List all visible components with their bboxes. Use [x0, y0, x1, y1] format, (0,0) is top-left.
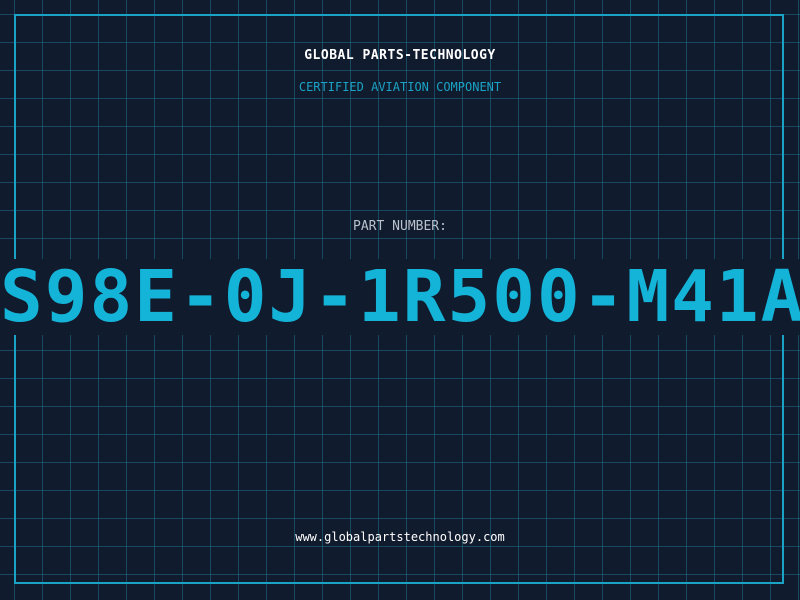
part-number-band: S98E-0J-1R500-M41A [0, 259, 800, 335]
part-number-value: S98E-0J-1R500-M41A [0, 259, 800, 335]
company-name: GLOBAL PARTS-TECHNOLOGY [304, 48, 496, 63]
company-tagline: CERTIFIED AVIATION COMPONENT [298, 80, 502, 94]
website-url: www.globalpartstechnology.com [295, 530, 505, 544]
part-card: GLOBAL PARTS-TECHNOLOGY CERTIFIED AVIATI… [0, 0, 800, 600]
part-number-label: PART NUMBER: [353, 219, 447, 234]
